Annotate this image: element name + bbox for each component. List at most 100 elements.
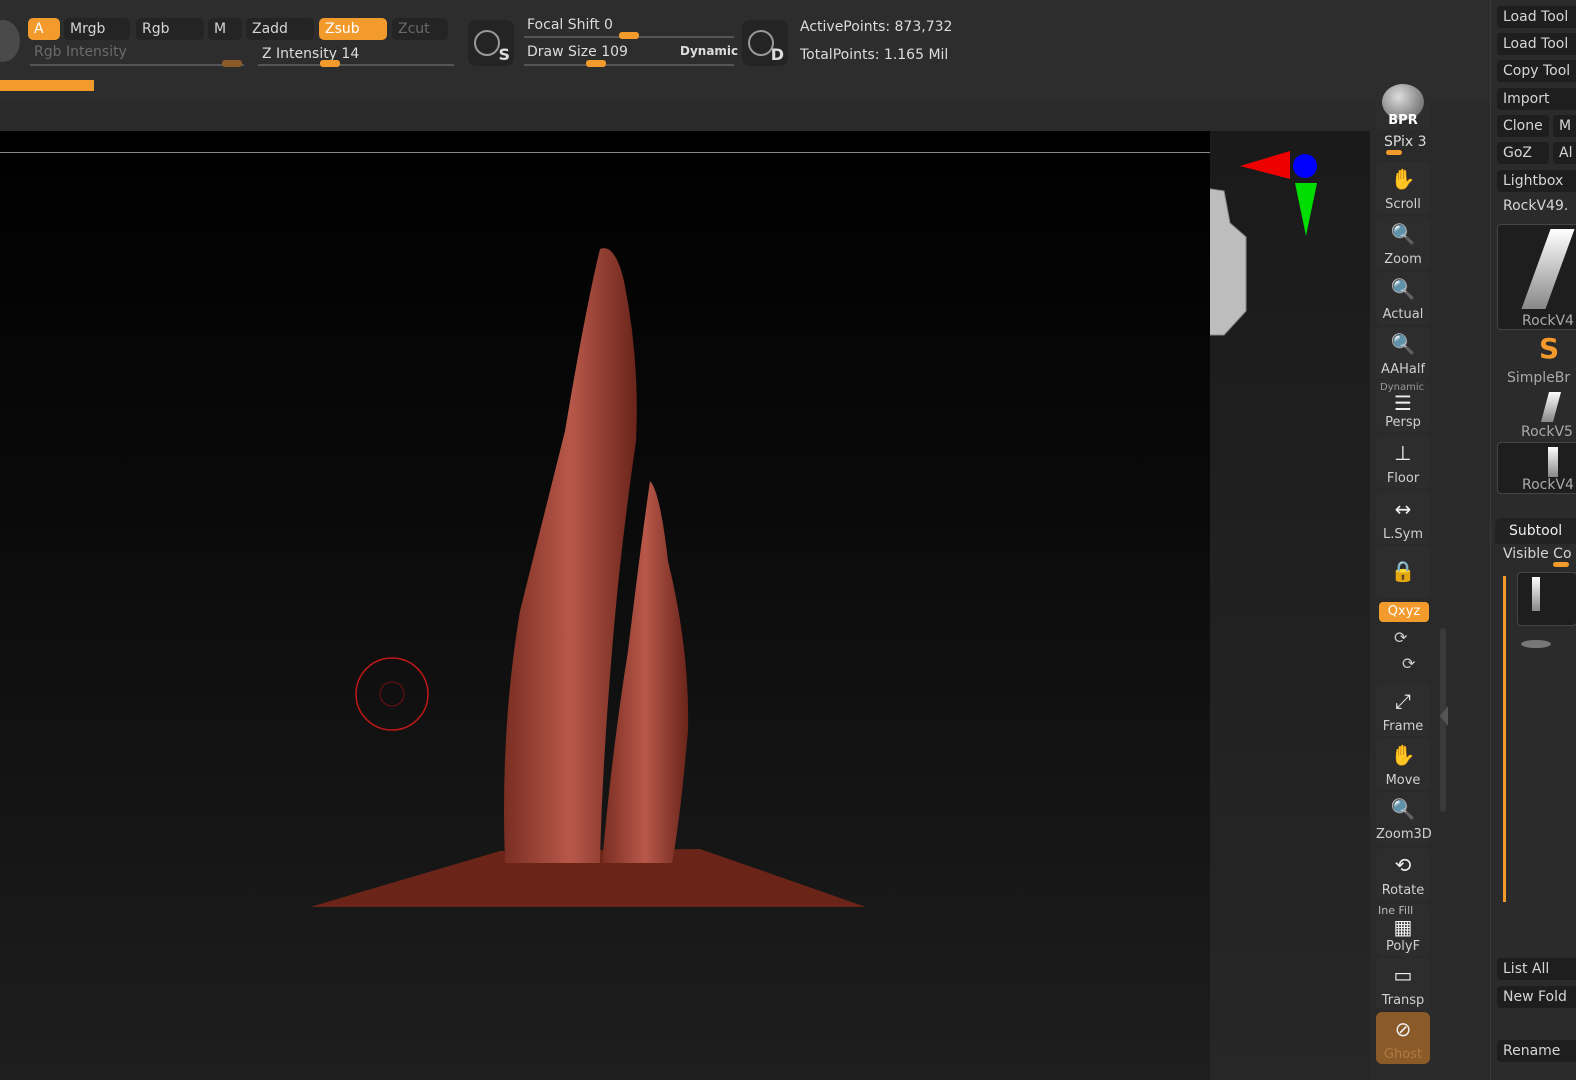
progress-bar (0, 80, 94, 91)
a-button[interactable]: A (28, 18, 60, 40)
move-hand-icon: ✋ (1390, 743, 1416, 767)
rock-thumb-icon (1548, 447, 1558, 477)
rock-thumb-icon (1540, 392, 1562, 422)
brush-logo-icon[interactable] (0, 20, 20, 62)
current-tool-name: RockV49. (1503, 198, 1569, 214)
rgb-intensity-slider[interactable] (30, 64, 244, 66)
viewport-canvas[interactable] (0, 131, 1210, 1080)
z-intensity-slider[interactable] (258, 64, 454, 66)
top-toolbar: A Mrgb Rgb M Zadd Zsub Zcut Rgb Intensit… (0, 0, 1490, 100)
rock-model (310, 248, 866, 907)
stroke-d-icon[interactable]: D (742, 20, 788, 66)
rock-thumb-icon (1521, 229, 1575, 309)
floor-icon: ⊥ (1394, 441, 1412, 465)
lock-camera-button[interactable]: 🔒 (1376, 546, 1430, 598)
active-points-readout: ActivePoints: 873,732 (800, 19, 953, 35)
mrgb-button[interactable]: Mrgb (64, 18, 130, 40)
move-button[interactable]: ✋ Move (1376, 738, 1430, 790)
all-button[interactable]: Al (1553, 142, 1576, 164)
ghost-icon: ⊘ (1394, 1017, 1412, 1041)
transp-button[interactable]: ▭ Transp (1376, 958, 1430, 1010)
transp-icon: ▭ (1393, 963, 1413, 987)
rotate-icon: ⟲ (1394, 853, 1412, 877)
make-polymesh-button[interactable]: M (1553, 115, 1576, 137)
z-intensity-label: Z Intensity 14 (262, 46, 360, 62)
floor-button[interactable]: ⊥ Floor (1376, 436, 1430, 488)
subtool-header[interactable]: Subtool (1495, 518, 1576, 544)
y-axis-gizmo (1295, 183, 1317, 236)
collapse-arrow-icon[interactable] (1440, 706, 1448, 726)
rotate-y-icon[interactable]: ⟳ (1394, 628, 1407, 647)
draw-size-knob[interactable] (586, 60, 606, 67)
rgb-intensity-label: Rgb Intensity (34, 44, 127, 60)
dynamic-toggle[interactable]: Dynamic (680, 44, 738, 58)
frame-icon: ⤢ (1395, 689, 1411, 713)
x-axis-gizmo (1240, 151, 1290, 179)
tool-thumb-4[interactable]: RockV4 (1497, 442, 1576, 494)
rotate-button[interactable]: ⟲ Rotate (1376, 848, 1430, 900)
bpr-button[interactable]: BPR (1376, 80, 1430, 130)
ghost-button[interactable]: ⊘ Ghost (1376, 1012, 1430, 1064)
lsym-button[interactable]: ↔ L.Sym (1376, 492, 1430, 544)
zoom3d-button[interactable]: 🔍 Zoom3D (1376, 792, 1432, 844)
scroll-button[interactable]: ✋ Scroll (1376, 162, 1430, 214)
aahalf-icon: 🔍 (1390, 332, 1416, 356)
subtool-scrollbar[interactable] (1503, 576, 1506, 902)
copy-tool-button[interactable]: Copy Tool (1497, 60, 1576, 82)
zoom-button[interactable]: 🔍 Zoom (1376, 217, 1430, 269)
z-axis-gizmo (1293, 154, 1317, 178)
actual-button[interactable]: 🔍 Actual (1376, 272, 1430, 324)
spix-slider[interactable]: SPix 3 (1384, 134, 1427, 150)
right-shelf: BPR SPix 3 ✋ Scroll 🔍 Zoom 🔍 Actual 🔍 AAHalf… (1376, 80, 1432, 1080)
rotate-z-icon[interactable]: ⟳ (1402, 654, 1415, 673)
scroll-hand-icon: ✋ (1390, 167, 1416, 191)
tool-thumb-3[interactable]: RockV5 (1497, 388, 1576, 440)
subtool-item-1[interactable] (1517, 572, 1576, 626)
viewport-right-area (1210, 131, 1370, 1080)
focal-shift-knob[interactable] (619, 32, 639, 39)
clone-button[interactable]: Clone (1497, 115, 1549, 137)
polyframe-grid-icon: ▦ (1393, 915, 1413, 939)
draw-size-slider[interactable] (524, 64, 734, 66)
zadd-button[interactable]: Zadd (246, 18, 314, 40)
load-tool-button[interactable]: Load Tool (1497, 6, 1576, 28)
zoom-icon: 🔍 (1390, 222, 1416, 246)
draw-size-label: Draw Size 109 (527, 44, 628, 60)
ground-thumb-icon (1521, 640, 1551, 648)
orientation-head-icon (1210, 188, 1247, 336)
focal-shift-label: Focal Shift 0 (527, 17, 613, 33)
stroke-s-icon[interactable]: S (468, 20, 514, 66)
rock-thumb-icon (1532, 577, 1540, 611)
import-button[interactable]: Import (1497, 88, 1576, 110)
simplebrush-s-icon: S (1539, 332, 1560, 365)
lsym-arrows-icon: ↔ (1394, 497, 1412, 521)
brush-cursor (355, 657, 429, 731)
z-intensity-knob[interactable] (320, 60, 340, 67)
zcut-button[interactable]: Zcut (392, 18, 448, 40)
zsub-button[interactable]: Zsub (319, 18, 387, 40)
aahalf-button[interactable]: 🔍 AAHalf (1376, 327, 1430, 379)
lock-camera-icon: 🔒 (1390, 559, 1416, 583)
persp-grid-icon: ☰ (1394, 391, 1412, 415)
new-folder-button[interactable]: New Fold (1497, 986, 1576, 1008)
tool-thumb-2[interactable]: S SimpleBr (1497, 332, 1576, 386)
rgb-button[interactable]: Rgb (136, 18, 204, 40)
polyf-button[interactable]: Ine Fill ▦ PolyF (1376, 904, 1430, 956)
xyz-toggle[interactable]: Qxyz (1379, 602, 1429, 622)
load-tool-button-2[interactable]: Load Tool (1497, 33, 1576, 55)
total-points-readout: TotalPoints: 1.165 Mil (800, 47, 949, 63)
frame-button[interactable]: ⤢ Frame (1376, 684, 1430, 736)
rgb-intensity-knob[interactable] (222, 60, 242, 67)
zoom3d-icon: 🔍 (1390, 797, 1416, 821)
persp-button[interactable]: Dynamic ☰ Persp (1376, 380, 1430, 432)
subtool-item-2[interactable] (1517, 630, 1576, 660)
lightbox-button[interactable]: Lightbox (1497, 170, 1576, 192)
rename-button[interactable]: Rename (1497, 1040, 1576, 1062)
actual-icon: 🔍 (1390, 277, 1416, 301)
tool-tray: Load Tool Load Tool Copy Tool Import Clo… (1490, 0, 1576, 1080)
m-button[interactable]: M (208, 18, 242, 40)
goz-button[interactable]: GoZ (1497, 142, 1549, 164)
list-all-button[interactable]: List All (1497, 958, 1576, 980)
tool-thumb-1[interactable]: RockV4 (1497, 224, 1576, 330)
visible-count-slider[interactable]: Visible Co (1503, 546, 1572, 562)
